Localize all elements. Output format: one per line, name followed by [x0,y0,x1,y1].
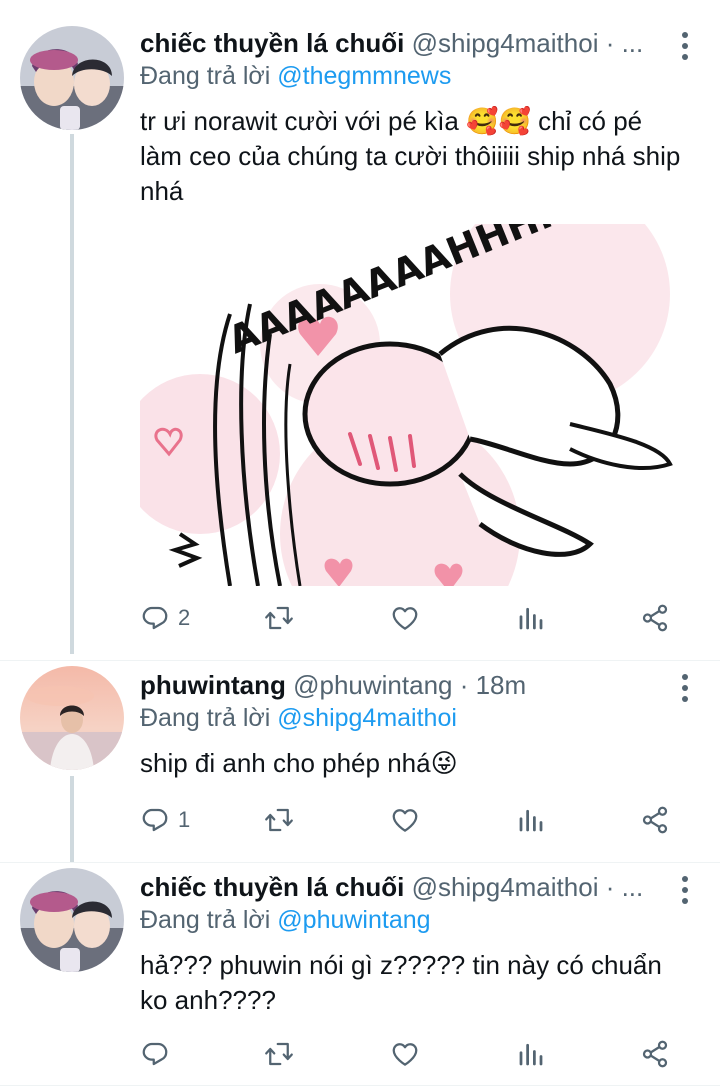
like-icon [390,603,420,633]
analytics-icon [516,805,546,835]
like-button[interactable] [390,598,420,638]
more-icon[interactable] [682,32,690,65]
tweet-3[interactable]: chiếc thuyền lá chuối @shipg4maithoi · .… [0,844,720,1088]
reply-icon [140,1039,170,1069]
more-icon[interactable] [682,876,690,909]
display-name[interactable]: phuwintang [140,670,286,700]
analytics-icon [516,603,546,633]
like-button[interactable] [390,800,420,840]
action-bar [140,1034,680,1074]
tweet-text: hả??? phuwin nói gì z????? tin này có ch… [140,950,662,1015]
retweet-icon [264,805,294,835]
analytics-icon [516,1039,546,1069]
retweet-button[interactable] [264,800,294,840]
reply-icon [140,805,170,835]
analytics-button[interactable] [516,800,546,840]
reply-count: 1 [178,807,191,832]
reply-to-link[interactable]: @shipg4maithoi [277,704,457,732]
more-icon[interactable] [682,674,690,707]
share-icon [640,805,670,835]
tweet-text: tr ưi norawit cười với pé kìa 🥰🥰 chỉ có … [140,106,681,206]
analytics-button[interactable] [516,598,546,638]
share-icon [640,1039,670,1069]
display-name[interactable]: chiếc thuyền lá chuối [140,872,404,902]
share-button[interactable] [640,1034,670,1074]
avatar[interactable] [20,868,124,972]
reply-button[interactable] [140,1034,178,1074]
reply-button[interactable]: 1 [140,800,190,840]
reply-to-link[interactable]: @thegmmnews [277,62,451,90]
retweet-icon [264,603,294,633]
reply-context: Đang trả lời @thegmmnews [140,62,452,90]
like-icon [390,1039,420,1069]
reply-count: 2 [178,605,191,630]
action-bar: 1 [140,800,680,840]
reply-context: Đang trả lời @shipg4maithoi [140,704,457,732]
retweet-icon [264,1039,294,1069]
retweet-button[interactable] [264,598,294,638]
handle-time[interactable]: @shipg4maithoi · ... [412,28,644,58]
tweet-2[interactable]: phuwintang @phuwintang · 18m Đang trả lờ… [0,642,720,862]
divider [0,1085,720,1086]
reply-button[interactable]: 2 [140,598,190,638]
action-bar: 2 [140,598,680,638]
share-button[interactable] [640,800,670,840]
retweet-button[interactable] [264,1034,294,1074]
share-icon [640,603,670,633]
tweet-text: ship đi anh cho phép nhá😜 [140,748,458,778]
handle-time[interactable]: @shipg4maithoi · ... [412,872,644,902]
avatar[interactable] [20,666,124,770]
share-button[interactable] [640,598,670,638]
display-name[interactable]: chiếc thuyền lá chuối [140,28,404,58]
avatar[interactable] [20,26,124,130]
tweet-media[interactable]: AAAAAAAAHHHHHHHH [140,224,680,586]
tweet-1[interactable]: chiếc thuyền lá chuối @shipg4maithoi · .… [0,0,720,660]
reply-context: Đang trả lời @phuwintang [140,906,431,934]
analytics-button[interactable] [516,1034,546,1074]
reply-to-link[interactable]: @phuwintang [277,906,430,934]
reply-icon [140,603,170,633]
like-icon [390,805,420,835]
handle-time[interactable]: @phuwintang · 18m [293,670,526,700]
like-button[interactable] [390,1034,420,1074]
